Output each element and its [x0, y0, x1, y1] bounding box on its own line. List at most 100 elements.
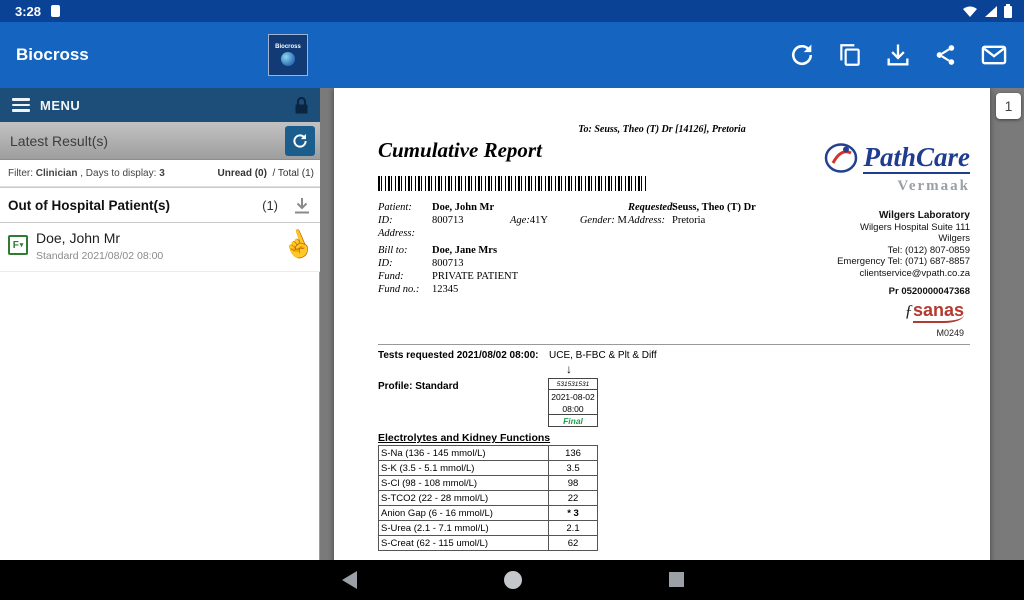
- profile-label: Profile: Standard: [378, 381, 459, 392]
- patient-name-value: Doe, John Mr: [432, 201, 494, 214]
- refresh-button[interactable]: [786, 39, 818, 71]
- filter-row[interactable]: Filter: Clinician , Days to display: 3 U…: [0, 160, 320, 187]
- bill-id-value: 800713: [432, 257, 464, 270]
- pages-icon: [837, 42, 863, 68]
- tests-requested-label: Tests requested 2021/08/02 08:00:: [378, 350, 538, 361]
- status-icons: [962, 4, 1012, 18]
- recents-button[interactable]: [669, 572, 684, 587]
- battery-icon: [1004, 4, 1012, 18]
- download-icon: [290, 194, 314, 218]
- pages-button[interactable]: [834, 39, 866, 71]
- group-header-out-of-hospital[interactable]: Out of Hospital Patient(s) (1): [0, 187, 320, 223]
- report-addressee: To: Seuss, Theo (T) Dr [14126], Pretoria: [334, 124, 990, 135]
- table-row: S-Urea (2.1 - 7.1 mmol/L)2.1: [379, 521, 598, 536]
- sanas-wordmark: sanas: [913, 300, 964, 323]
- latest-refresh-button[interactable]: [285, 126, 315, 156]
- lab-emergency-line: Emergency Tel: (071) 687-8857: [837, 256, 970, 268]
- sanas-accreditation-code: M0249: [904, 328, 964, 338]
- globe-icon: [281, 52, 295, 66]
- lock-button[interactable]: [293, 96, 310, 115]
- pathcare-logo: PathCare Vermaak: [823, 140, 970, 195]
- android-nav-bar: [0, 560, 1024, 600]
- pathcare-emblem-icon: [823, 140, 859, 176]
- menu-bar[interactable]: MENU: [0, 88, 320, 122]
- divider: [378, 344, 970, 345]
- app-logo-text: Biocross: [275, 44, 301, 50]
- download-icon: [884, 41, 912, 69]
- menu-label: MENU: [40, 98, 80, 113]
- download-button[interactable]: [882, 39, 914, 71]
- back-button[interactable]: [342, 571, 357, 589]
- patient-name: Doe, John Mr: [36, 230, 120, 246]
- gender-value: M: [617, 214, 626, 227]
- pathcare-wordmark: PathCare: [863, 142, 970, 174]
- sample-datetime: 2021-08-02 08:00: [548, 389, 598, 415]
- table-row: S-Na (136 - 145 mmol/L)136: [379, 446, 598, 461]
- home-button[interactable]: [504, 571, 522, 589]
- patient-info-block: Patient:Doe, John Mr ID:800713Age:41YGen…: [378, 201, 627, 296]
- lab-email: clientservice@vpath.co.za: [837, 268, 970, 280]
- table-row: S-Cl (98 - 108 mmol/L)98: [379, 476, 598, 491]
- bill-to-value: Doe, Jane Mrs: [432, 244, 497, 257]
- refresh-icon: [291, 132, 309, 150]
- app-title: Biocross: [16, 45, 89, 65]
- patient-id-value: 800713: [432, 214, 510, 227]
- app-actions: [786, 39, 1010, 71]
- down-arrow-icon: ↓: [566, 362, 572, 377]
- app-logo: Biocross: [268, 34, 308, 76]
- barcode: [378, 176, 646, 191]
- report-title: Cumulative Report: [378, 138, 542, 163]
- tests-requested-value: UCE, B-FBC & Plt & Diff: [549, 350, 657, 361]
- refresh-icon: [788, 41, 816, 69]
- fund-no-value: 12345: [432, 283, 458, 296]
- lab-phone-line: Tel: (012) 807-0859: [837, 245, 970, 257]
- requested-address-value: Pretoria: [672, 214, 705, 227]
- hamburger-icon[interactable]: [12, 98, 30, 112]
- group-count: (1): [262, 198, 278, 213]
- notification-icon: [51, 5, 60, 17]
- fund-value: PRIVATE PATIENT: [432, 270, 518, 283]
- email-button[interactable]: [978, 39, 1010, 71]
- result-file-icon: F▾: [8, 235, 28, 255]
- sample-status: Final: [548, 414, 598, 427]
- table-row: S-Creat (62 - 115 umol/L)62: [379, 536, 598, 551]
- sanas-logo: ƒ sanas M0249: [904, 300, 964, 338]
- report-page: To: Seuss, Theo (T) Dr [14126], Pretoria…: [334, 88, 990, 560]
- lab-address-line: Wilgers: [837, 233, 970, 245]
- results-table: S-Na (136 - 145 mmol/L)136 S-K (3.5 - 5.…: [378, 445, 598, 551]
- lab-practice-number: Pr 0520000047368: [837, 286, 970, 298]
- sample-date: 2021-08-02: [549, 391, 597, 403]
- signal-icon: [984, 5, 998, 18]
- filter-summary: Filter: Clinician , Days to display: 3: [8, 168, 165, 179]
- email-icon: [980, 41, 1008, 69]
- app-bar: Biocross Biocross: [0, 22, 1024, 88]
- sanas-mark-icon: ƒ: [904, 301, 913, 321]
- wifi-icon: [962, 5, 978, 18]
- laboratory-contact-block: Wilgers Laboratory Wilgers Hospital Suit…: [837, 210, 970, 298]
- sidebar: MENU Latest Result(s) Filter: Clinician …: [0, 88, 320, 560]
- lab-address-line: Wilgers Hospital Suite 111: [837, 222, 970, 234]
- age-value: 41Y: [530, 214, 580, 227]
- patient-list-item[interactable]: F▾ Doe, John Mr Standard 2021/08/02 08:0…: [0, 223, 320, 272]
- share-icon: [933, 42, 959, 68]
- status-bar: 3:28: [0, 0, 1024, 22]
- share-button[interactable]: [930, 39, 962, 71]
- hand-pointer-icon: ☝: [277, 224, 319, 265]
- pathcare-subbrand: Vermaak: [823, 178, 970, 195]
- group-download-button[interactable]: [290, 194, 314, 221]
- table-row: S-K (3.5 - 5.1 mmol/L)3.5: [379, 461, 598, 476]
- document-viewer[interactable]: To: Seuss, Theo (T) Dr [14126], Pretoria…: [320, 88, 1024, 560]
- requested-doctor-value: Seuss, Theo (T) Dr: [672, 201, 756, 214]
- patient-detail: Standard 2021/08/02 08:00: [36, 250, 163, 262]
- lock-icon: [293, 96, 310, 115]
- table-row: S-TCO2 (22 - 28 mmol/L)22: [379, 491, 598, 506]
- latest-results-label: Latest Result(s): [10, 133, 108, 149]
- section-title: Electrolytes and Kidney Functions: [378, 432, 550, 444]
- table-row: Anion Gap (6 - 16 mmol/L)* 3: [379, 506, 598, 521]
- clock: 3:28: [15, 4, 41, 19]
- unread-total-counts: Unread (0) / Total (1): [217, 168, 314, 179]
- latest-results-header: Latest Result(s): [0, 122, 320, 160]
- sample-header-box: 531531531 2021-08-02 08:00 Final: [548, 378, 598, 427]
- lab-name: Wilgers Laboratory: [837, 210, 970, 222]
- group-label: Out of Hospital Patient(s): [8, 198, 170, 213]
